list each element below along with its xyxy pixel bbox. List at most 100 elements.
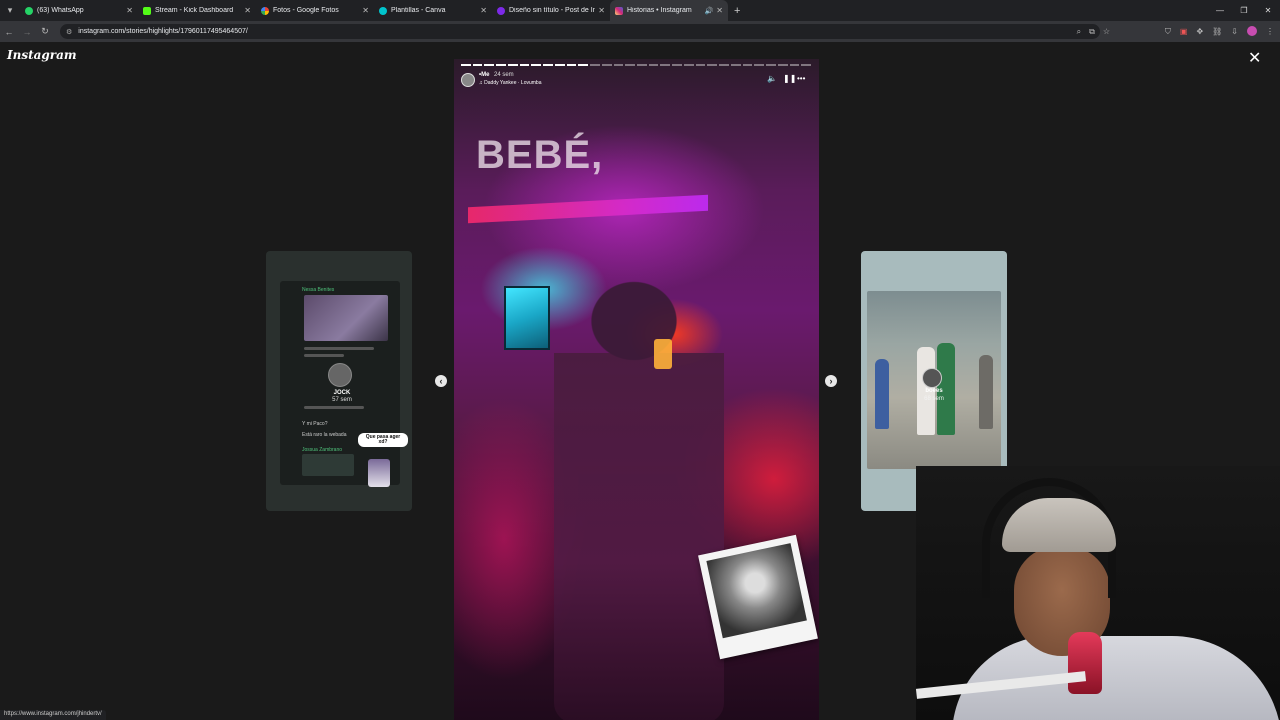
preview-avatar [922, 368, 942, 388]
puzzle-extensions-icon[interactable]: ✥ [1196, 24, 1203, 39]
progress-segment [789, 64, 800, 66]
speaker-icon[interactable]: 🔊 [705, 7, 714, 15]
person-silhouette [554, 263, 724, 720]
canva-favicon-icon [497, 6, 505, 15]
polaroid-sticker [698, 534, 818, 660]
tab-close-icon[interactable]: ✕ [126, 6, 133, 15]
site-info-icon[interactable]: ⚙ [66, 28, 72, 36]
progress-segment [543, 64, 553, 66]
bookmark-star-icon[interactable]: ☆ [1103, 24, 1110, 39]
tab-canva-design[interactable]: Diseño sin título - Post de Instag ✕ [492, 0, 610, 21]
close-icon[interactable]: ✕ [1248, 51, 1261, 67]
tab-close-icon[interactable]: ✕ [480, 6, 487, 15]
progress-segment [648, 64, 659, 66]
downloads-icon[interactable]: ⇩ [1231, 24, 1238, 39]
progress-segment [777, 64, 788, 66]
chat-character-sticker [368, 459, 390, 487]
tab-close-icon[interactable]: ✕ [362, 6, 369, 15]
story-progress-bar [461, 64, 812, 66]
tab-title: Fotos - Google Fotos [273, 7, 339, 14]
streamer-shirt [952, 636, 1280, 720]
tab-close-icon[interactable]: ✕ [598, 6, 605, 15]
address-bar-row: ← → ↻ ⚙ instagram.com/stories/highlights… [0, 21, 1280, 42]
window-close-icon[interactable]: ✕ [1256, 0, 1280, 21]
progress-segment [461, 64, 471, 66]
progress-segment [719, 64, 729, 66]
tab-title: Diseño sin título - Post de Instag [509, 7, 596, 14]
tab-title: Stream - Kick Dashboard [155, 7, 234, 14]
chat-line [304, 347, 374, 350]
story-music-label[interactable]: ♫ Daddy Yankee · Lovumba [479, 80, 542, 86]
person-figure [875, 359, 889, 429]
tab-canva-templates[interactable]: Plantillas - Canva ✕ [374, 0, 492, 21]
progress-segment [531, 64, 542, 66]
restore-icon[interactable]: ❐ [1232, 0, 1256, 21]
progress-segment [730, 64, 741, 66]
person-figure [979, 355, 993, 429]
preview-time: 68 sem [924, 396, 944, 402]
tab-title: Historias • Instagram [627, 7, 692, 14]
reload-icon[interactable]: ↻ [36, 26, 54, 37]
mute-icon[interactable]: 🔈 [767, 74, 777, 83]
forward-icon[interactable]: → [18, 27, 36, 37]
story-username[interactable]: •Me [479, 72, 489, 78]
profile-avatar-icon[interactable] [1247, 26, 1257, 36]
previous-story-preview[interactable]: Nessa Benites JOCK 57 sem Y mi Paco? Est… [266, 251, 412, 511]
progress-segment [695, 64, 706, 66]
progress-segment [554, 64, 565, 66]
tab-close-icon[interactable]: ✕ [716, 6, 723, 15]
progress-segment [566, 64, 577, 66]
cast-extension-icon[interactable]: ▣ [1180, 24, 1188, 39]
pc-case [504, 286, 550, 350]
progress-segment [637, 64, 647, 66]
kebab-menu-icon[interactable]: ⋮ [1266, 24, 1274, 39]
install-app-icon[interactable]: ⧉ [1089, 24, 1095, 39]
tab-close-icon[interactable]: ✕ [244, 6, 251, 15]
chat-name: Nessa Benites [302, 287, 335, 293]
minimize-icon[interactable]: — [1208, 0, 1232, 21]
google-photos-favicon-icon [261, 6, 269, 15]
progress-segment [613, 64, 624, 66]
preview-avatar [328, 363, 352, 387]
link-icon[interactable]: ⛓ [1212, 24, 1222, 39]
canva-favicon-icon [379, 6, 387, 15]
tab-instagram-stories[interactable]: Historias • Instagram 🔊 ✕ [610, 0, 728, 21]
chat-reply-box [302, 454, 354, 476]
chat-image-thumbnail [304, 295, 388, 341]
pause-icon[interactable]: ❚❚ [783, 74, 796, 83]
zoom-icon[interactable]: ⌕ [1077, 24, 1081, 39]
preview-username: boees [925, 388, 943, 394]
progress-segment [683, 64, 694, 66]
shield-extension-icon[interactable]: ⛉ [1165, 24, 1171, 39]
polaroid-photo [706, 543, 807, 639]
window-controls: — ❐ ✕ [1208, 0, 1280, 21]
omnibox[interactable]: ⚙ instagram.com/stories/highlights/17960… [60, 24, 1100, 39]
chat-name: Jossua Zambrano [302, 447, 343, 453]
progress-segment [484, 64, 495, 66]
back-icon[interactable]: ← [0, 27, 18, 37]
more-options-icon[interactable]: ••• [797, 74, 805, 83]
progress-segment [754, 64, 765, 66]
tab-kick[interactable]: Stream - Kick Dashboard ✕ [138, 0, 256, 21]
preview-username: JOCK [333, 390, 351, 396]
progress-segment [707, 64, 718, 66]
tab-title: Plantillas - Canva [391, 7, 446, 14]
progress-segment [496, 64, 506, 66]
active-story[interactable]: BEBÉ, •Me 24 sem ♫ Daddy Yankee · Lovumb… [454, 59, 819, 720]
progress-segment [801, 64, 812, 66]
story-avatar[interactable] [461, 73, 475, 87]
story-time: 24 sem [494, 72, 514, 78]
previous-story-arrow-icon[interactable]: ‹ [435, 375, 447, 387]
progress-segment [766, 64, 776, 66]
tab-whatsapp[interactable]: (63) WhatsApp ✕ [20, 0, 138, 21]
instagram-logo[interactable]: Instagram [7, 48, 77, 62]
progress-segment [625, 64, 636, 66]
tab-search-icon[interactable]: ▾ [0, 0, 20, 21]
microphone [1068, 632, 1102, 694]
whatsapp-favicon-icon [25, 6, 33, 15]
next-story-arrow-icon[interactable]: › [825, 375, 837, 387]
tab-google-photos[interactable]: Fotos - Google Fotos ✕ [256, 0, 374, 21]
new-tab-icon[interactable]: + [734, 5, 740, 17]
kick-favicon-icon [143, 6, 151, 15]
lamp-glow [654, 339, 672, 369]
